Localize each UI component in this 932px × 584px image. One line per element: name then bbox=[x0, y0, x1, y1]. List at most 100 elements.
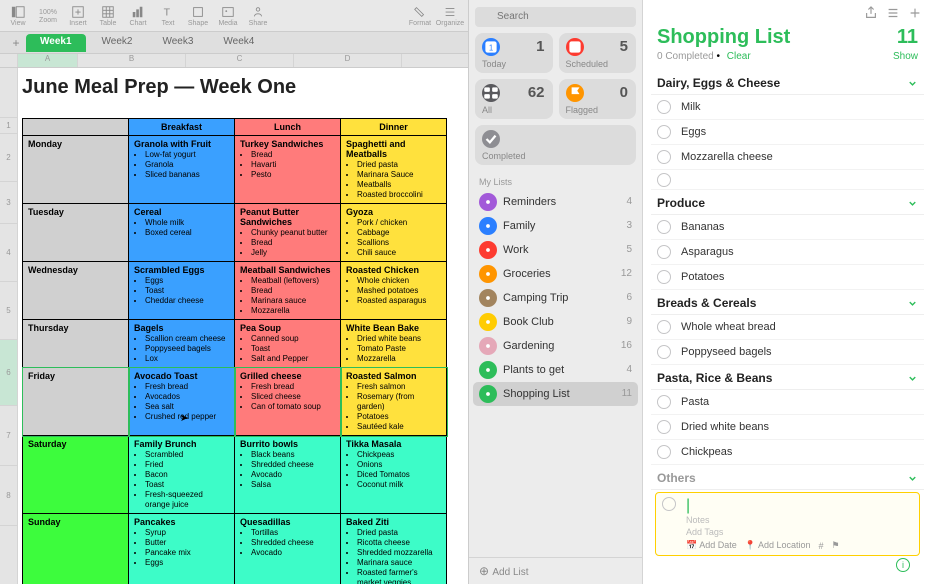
format-button[interactable]: Format bbox=[406, 4, 434, 28]
meal-cell[interactable]: Family BrunchScrambledFriedBaconToastFre… bbox=[129, 436, 235, 514]
view-button[interactable]: View bbox=[4, 4, 32, 28]
add-sheet-button[interactable]: + bbox=[8, 35, 24, 51]
row-header-5[interactable]: 5 bbox=[0, 282, 17, 340]
meal-cell[interactable]: Pea SoupCanned soupToastSalt and Pepper bbox=[235, 320, 341, 368]
show-button[interactable]: Show bbox=[893, 51, 918, 62]
meal-cell[interactable]: Avocado ToastFresh breadAvocadosSea salt… bbox=[129, 368, 235, 436]
tag-button[interactable]: # bbox=[819, 541, 824, 551]
list-groceries[interactable]: Groceries12 bbox=[469, 262, 642, 286]
checkbox[interactable] bbox=[657, 220, 671, 234]
list-shopping-list[interactable]: Shopping List11 bbox=[473, 382, 638, 406]
reminder-item[interactable]: Eggs bbox=[651, 120, 924, 145]
media-button[interactable]: Media bbox=[214, 4, 242, 28]
zoom-button[interactable]: 100%Zoom bbox=[34, 4, 62, 28]
chevron-down-icon[interactable] bbox=[907, 298, 918, 309]
smart-flagged[interactable]: 0Flagged bbox=[559, 79, 637, 119]
checkbox[interactable] bbox=[657, 320, 671, 334]
meal-cell[interactable]: Scrambled EggsEggsToastCheddar cheese bbox=[129, 262, 235, 320]
toggle-icon[interactable] bbox=[886, 6, 900, 20]
meal-cell[interactable]: Roasted ChickenWhole chickenMashed potat… bbox=[341, 262, 447, 320]
day-cell[interactable]: Tuesday bbox=[23, 204, 129, 262]
sheet-tab-week3[interactable]: Week3 bbox=[148, 34, 207, 52]
reminder-item[interactable]: Poppyseed bagels bbox=[651, 340, 924, 365]
insert-button[interactable]: Insert bbox=[64, 4, 92, 28]
list-family[interactable]: Family3 bbox=[469, 214, 642, 238]
reminder-item[interactable]: Dried white beans bbox=[651, 415, 924, 440]
row-header-3[interactable]: 3 bbox=[0, 182, 17, 224]
reminder-item[interactable]: Chickpeas bbox=[651, 440, 924, 465]
reminder-item[interactable]: Milk bbox=[651, 95, 924, 120]
sheet-tab-week1[interactable]: Week1 bbox=[26, 34, 86, 52]
checkbox[interactable] bbox=[657, 420, 671, 434]
list-plants-to-get[interactable]: Plants to get4 bbox=[469, 358, 642, 382]
day-cell[interactable]: Wednesday bbox=[23, 262, 129, 320]
col-b[interactable]: B bbox=[78, 54, 186, 67]
day-cell[interactable]: Thursday bbox=[23, 320, 129, 368]
col-a[interactable]: A bbox=[18, 54, 78, 67]
text-button[interactable]: TText bbox=[154, 4, 182, 28]
add-location-button[interactable]: 📍 Add Location bbox=[745, 540, 811, 551]
row-header-7[interactable]: 7 bbox=[0, 406, 17, 466]
search-input[interactable] bbox=[475, 7, 636, 27]
row-header-0[interactable] bbox=[0, 68, 17, 118]
new-reminder-input[interactable]: |NotesAdd Tags📅 Add Date📍 Add Location#⚑ bbox=[655, 492, 920, 556]
meal-cell[interactable]: Granola with FruitLow-fat yogurtGranolaS… bbox=[129, 136, 235, 204]
list-reminders[interactable]: Reminders4 bbox=[469, 190, 642, 214]
sheet-tab-week4[interactable]: Week4 bbox=[209, 34, 268, 52]
section-others[interactable]: Others bbox=[651, 465, 924, 490]
list-camping-trip[interactable]: Camping Trip6 bbox=[469, 286, 642, 310]
smart-scheduled[interactable]: 5Scheduled bbox=[559, 33, 637, 73]
meal-cell[interactable]: CerealWhole milkBoxed cereal bbox=[129, 204, 235, 262]
chevron-down-icon[interactable] bbox=[907, 198, 918, 209]
section-header[interactable]: Breads & Cereals bbox=[651, 290, 924, 315]
meal-cell[interactable]: GyozaPork / chickenCabbageScallionsChili… bbox=[341, 204, 447, 262]
row-header-6[interactable]: 6 bbox=[0, 340, 17, 406]
checkbox[interactable] bbox=[657, 345, 671, 359]
reminder-item[interactable]: Whole wheat bread bbox=[651, 315, 924, 340]
day-cell[interactable]: Saturday bbox=[23, 436, 129, 514]
meal-cell[interactable]: Turkey SandwichesBreadHavartiPesto bbox=[235, 136, 341, 204]
list-gardening[interactable]: Gardening16 bbox=[469, 334, 642, 358]
info-icon[interactable]: i bbox=[896, 558, 910, 572]
shape-button[interactable]: Shape bbox=[184, 4, 212, 28]
reminder-item[interactable]: Potatoes bbox=[651, 265, 924, 290]
chevron-down-icon[interactable] bbox=[907, 78, 918, 89]
sheet-tab-week2[interactable]: Week2 bbox=[88, 34, 147, 52]
flag-button[interactable]: ⚑ bbox=[832, 540, 840, 551]
meal-cell[interactable]: PancakesSyrupButterPancake mixEggs bbox=[129, 514, 235, 584]
row-header-8[interactable]: 8 bbox=[0, 466, 17, 526]
row-header-2[interactable]: 2 bbox=[0, 134, 17, 182]
chevron-down-icon[interactable] bbox=[907, 473, 918, 484]
meal-cell[interactable]: Grilled cheeseFresh breadSliced cheeseCa… bbox=[235, 368, 341, 436]
checkbox[interactable] bbox=[657, 270, 671, 284]
row-header-4[interactable]: 4 bbox=[0, 224, 17, 282]
checkbox[interactable] bbox=[657, 395, 671, 409]
add-date-button[interactable]: 📅 Add Date bbox=[686, 540, 737, 551]
checkbox[interactable] bbox=[657, 445, 671, 459]
smart-completed[interactable]: Completed bbox=[475, 125, 636, 165]
reminder-item[interactable]: Mozzarella cheese bbox=[651, 145, 924, 170]
meal-cell[interactable]: Roasted SalmonFresh salmonRosemary (from… bbox=[341, 368, 447, 436]
share-button[interactable]: Share bbox=[244, 4, 272, 28]
add-icon[interactable] bbox=[908, 6, 922, 20]
checkbox[interactable] bbox=[657, 150, 671, 164]
table-button[interactable]: Table bbox=[94, 4, 122, 28]
reminder-item[interactable] bbox=[651, 170, 924, 190]
section-header[interactable]: Dairy, Eggs & Cheese bbox=[651, 70, 924, 95]
clear-button[interactable]: Clear bbox=[727, 51, 751, 62]
meal-cell[interactable]: Baked ZitiDried pastaRicotta cheeseShred… bbox=[341, 514, 447, 584]
row-header-1[interactable]: 1 bbox=[0, 118, 17, 134]
meal-cell[interactable]: Peanut Butter SandwichesChunky peanut bu… bbox=[235, 204, 341, 262]
sheet-canvas[interactable]: 12345678 June Meal Prep — Week One Break… bbox=[0, 68, 468, 584]
list-work[interactable]: Work5 bbox=[469, 238, 642, 262]
day-cell[interactable]: Friday bbox=[23, 368, 129, 436]
reminder-item[interactable]: Pasta bbox=[651, 390, 924, 415]
checkbox[interactable] bbox=[657, 245, 671, 259]
meal-cell[interactable]: BagelsScallion cream cheesePoppyseed bag… bbox=[129, 320, 235, 368]
meal-cell[interactable]: Tikka MasalaChickpeasOnionsDiced Tomatos… bbox=[341, 436, 447, 514]
list-book-club[interactable]: Book Club9 bbox=[469, 310, 642, 334]
checkbox[interactable] bbox=[657, 125, 671, 139]
meal-cell[interactable]: QuesadillasTortillasShredded cheeseAvoca… bbox=[235, 514, 341, 584]
section-header[interactable]: Pasta, Rice & Beans bbox=[651, 365, 924, 390]
smart-all[interactable]: 62All bbox=[475, 79, 553, 119]
